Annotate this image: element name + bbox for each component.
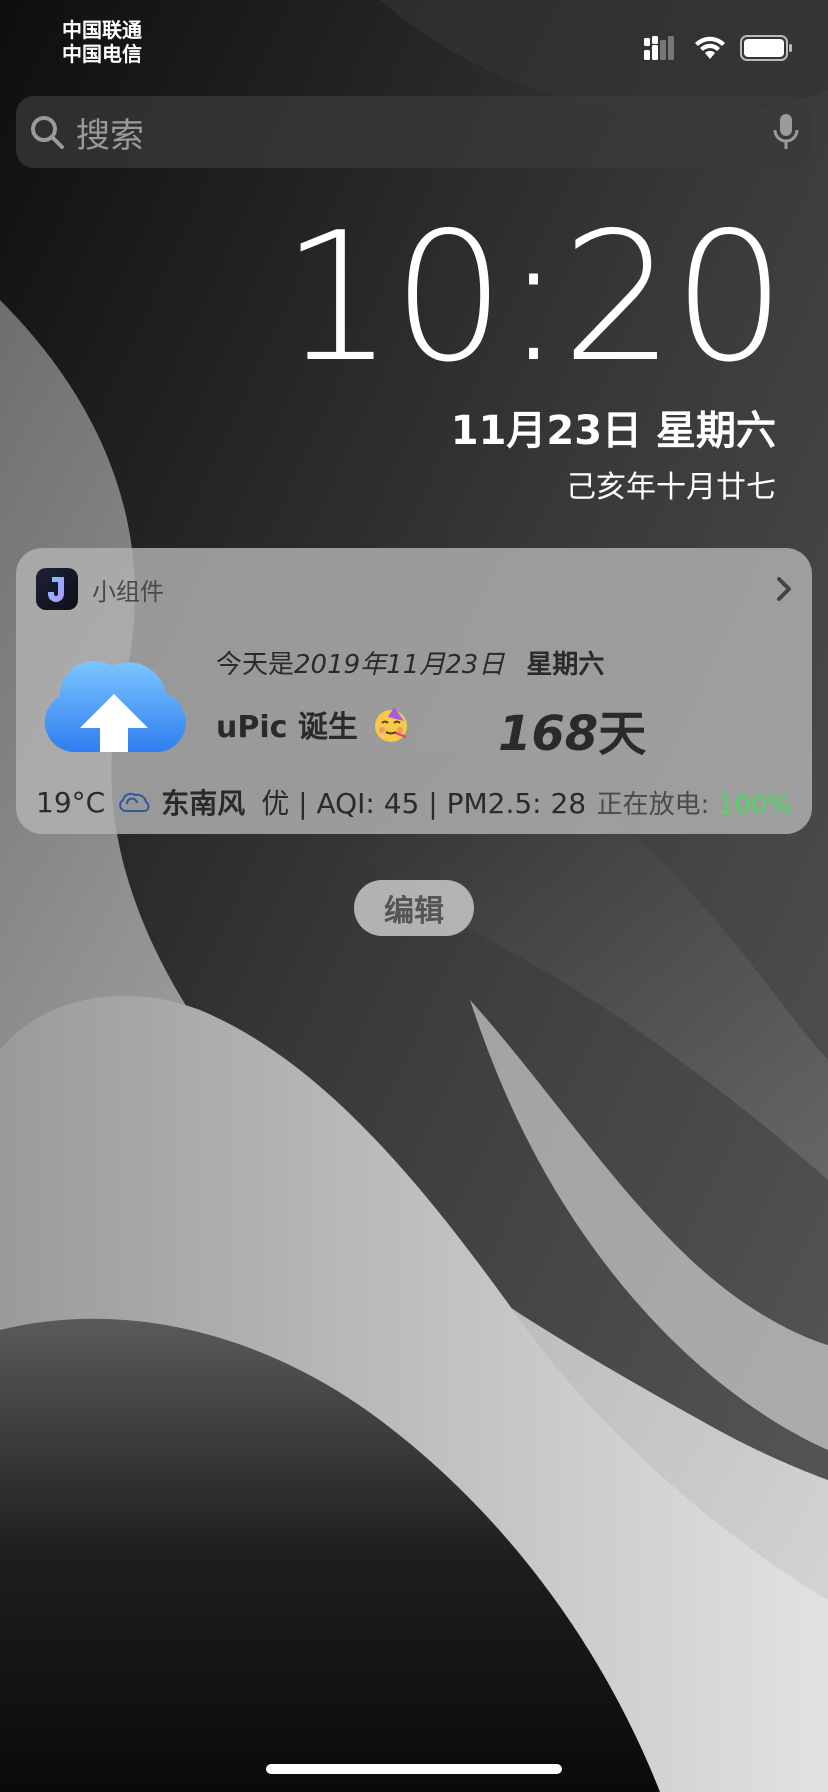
widget-card[interactable]: 小组件 今天是2019年11月23日 星期六 uPic 诞生 168天 19°C…	[16, 548, 812, 834]
signal-icon	[644, 36, 674, 60]
today-line: 今天是2019年11月23日 星期六	[216, 644, 604, 681]
search-input[interactable]: 搜索	[76, 108, 144, 157]
cloudy-weather-icon	[119, 792, 150, 812]
widget-app-name: 小组件	[92, 577, 164, 606]
lunar-date: 己亥年十月廿七	[566, 470, 776, 505]
widget-header[interactable]: 小组件	[36, 568, 164, 610]
lock-date: 11月23日 星期六	[450, 408, 776, 454]
battery-status: 正在放电: 100%	[597, 784, 792, 821]
lock-screen: 中国联通 中国电信 搜索 10:20 11月23日 星期六 己亥年十月廿七 小组…	[0, 0, 828, 1792]
edit-button[interactable]: 编辑	[354, 880, 474, 936]
app-logo-icon	[36, 568, 78, 610]
today-date: 2019年11月23日	[294, 650, 505, 680]
days-number: 168	[498, 706, 599, 762]
upload-cloud-icon	[44, 660, 186, 752]
carrier-labels: 中国联通 中国电信	[62, 18, 142, 66]
weather-bar: 19°C 东南风 优 | AQI: 45 | PM2.5: 28 正在放电: 1…	[36, 784, 792, 821]
battery-label: 正在放电:	[596, 789, 718, 820]
temperature: 19°C	[36, 785, 106, 819]
lock-time: 10:20	[281, 194, 786, 401]
battery-icon	[740, 35, 792, 61]
wind-direction: 东南风	[161, 787, 246, 820]
air-quality: 优 | AQI: 45 | PM2.5: 28	[261, 787, 587, 820]
days-unit: 天	[598, 706, 647, 762]
carrier-1: 中国联通	[62, 18, 142, 42]
today-prefix: 今天是	[216, 650, 295, 680]
search-bar[interactable]: 搜索	[16, 96, 812, 168]
party-face-emoji-icon	[374, 707, 407, 742]
wifi-icon	[695, 36, 725, 59]
days-count: 168天	[498, 694, 646, 764]
today-weekday: 星期六	[526, 650, 605, 680]
microphone-icon[interactable]	[772, 112, 800, 152]
search-icon	[31, 116, 64, 149]
status-icons	[644, 34, 794, 62]
battery-percent: 100%	[717, 789, 792, 820]
event-line: uPic 诞生	[216, 702, 410, 746]
chevron-right-icon[interactable]	[776, 576, 792, 602]
home-indicator[interactable]	[266, 1764, 562, 1774]
event-name: uPic 诞生	[216, 710, 358, 745]
carrier-2: 中国电信	[62, 42, 142, 66]
